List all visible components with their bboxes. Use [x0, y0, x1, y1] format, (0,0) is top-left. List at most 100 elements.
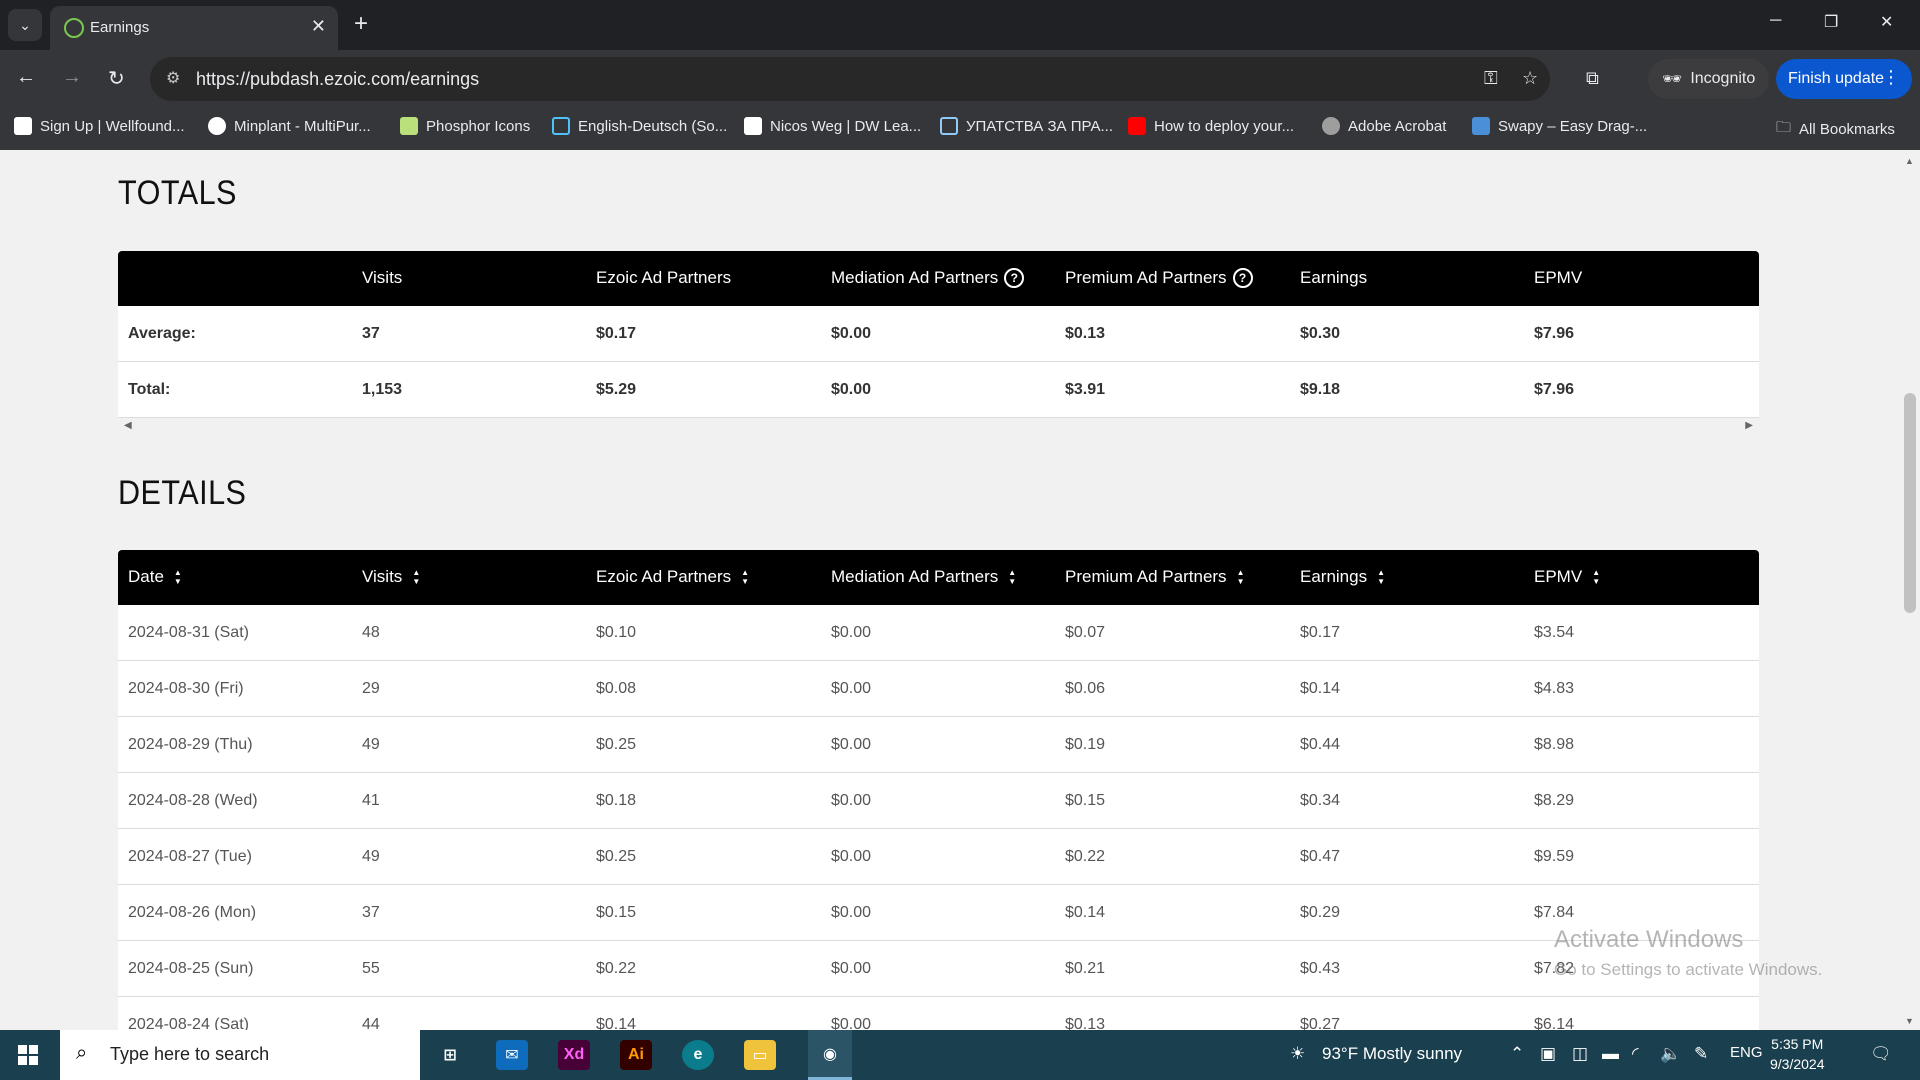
dw-icon	[744, 117, 762, 135]
sort-icon[interactable]: ▲ ▼	[1237, 568, 1245, 586]
cell-mediation: $0.00	[831, 960, 872, 977]
help-circle-icon[interactable]: ?	[1232, 268, 1253, 288]
totals-horizontal-scrollbar[interactable]: ◀ ▶	[118, 418, 1759, 436]
cell-date: 2024-08-24 (Sat)	[128, 1016, 249, 1030]
cell-earnings: $0.43	[1300, 960, 1341, 977]
network-tray-icon[interactable]: ▣	[1540, 1044, 1556, 1064]
scroll-up-icon[interactable]: ▲	[1905, 156, 1914, 166]
chrome-icon[interactable]: ◉	[808, 1030, 852, 1080]
activate-windows-subtext: Go to Settings to activate Windows.	[1554, 960, 1823, 979]
bookmark-label: Nicos Weg | DW Lea...	[770, 117, 922, 135]
scroll-down-icon[interactable]: ▼	[1905, 1016, 1914, 1026]
scrollbar-thumb[interactable]	[1904, 393, 1916, 613]
scroll-left-icon[interactable]: ◀	[124, 420, 132, 431]
cell-premium: $0.15	[1065, 792, 1106, 809]
header-visits[interactable]: Visits ▲ ▼	[362, 567, 420, 587]
bookmark-item[interactable]: Minplant - MultiPur...	[208, 117, 371, 135]
bookmark-item[interactable]: Adobe Acrobat	[1322, 117, 1446, 135]
url-text[interactable]: https://pubdash.ezoic.com/earnings	[196, 69, 479, 90]
adobe-illustrator-icon[interactable]: Ai	[620, 1040, 652, 1070]
sort-icon[interactable]: ▲ ▼	[741, 568, 749, 586]
header-mediation-ad-partners: Mediation Ad Partners?	[831, 268, 1025, 288]
site-info-icon[interactable]: ⚙	[166, 68, 180, 88]
pen-icon[interactable]: ✎	[1694, 1044, 1708, 1064]
adobe-xd-icon[interactable]: Xd	[558, 1040, 590, 1070]
cell-premium: $0.07	[1065, 624, 1106, 641]
sort-icon[interactable]: ▲ ▼	[174, 568, 182, 586]
cell-label: Total:	[128, 381, 171, 398]
weather-icon[interactable]: ☀	[1290, 1044, 1305, 1064]
volume-icon[interactable]: 🔈	[1660, 1044, 1681, 1064]
restore-icon[interactable]: ❐	[1824, 12, 1838, 32]
language-indicator[interactable]: ENG	[1730, 1044, 1763, 1061]
chevron-up-icon[interactable]: ⌃	[1510, 1044, 1524, 1064]
tab-earnings[interactable]: Earnings ✕	[50, 6, 338, 50]
edge-icon[interactable]: e	[682, 1040, 714, 1070]
header-earnings: Earnings	[1300, 268, 1368, 287]
sort-icon[interactable]: ▲ ▼	[412, 568, 420, 586]
header-date[interactable]: Date ▲ ▼	[128, 567, 182, 587]
task-view-icon[interactable]: ⊞	[434, 1040, 466, 1070]
clock-time: 5:35 PM	[1771, 1036, 1824, 1052]
header-ezoic-ad-partners[interactable]: Ezoic Ad Partners ▲ ▼	[596, 567, 749, 587]
cell-premium: $0.19	[1065, 736, 1106, 753]
header-mediation-ad-partners[interactable]: Mediation Ad Partners ▲ ▼	[831, 567, 1016, 587]
more-options-icon[interactable]: ⋮	[1882, 67, 1900, 88]
bookmark-item[interactable]: Sign Up | Wellfound...	[14, 117, 185, 135]
windows-start-icon[interactable]	[18, 1045, 38, 1065]
sort-icon[interactable]: ▲ ▼	[1592, 568, 1600, 586]
reload-icon[interactable]: ↻	[108, 66, 125, 91]
totals-table: Visits Ezoic Ad Partners Mediation Ad Pa…	[118, 251, 1759, 418]
all-bookmarks-button[interactable]: 🗀 All Bookmarks	[1776, 117, 1895, 142]
bookmark-label: Adobe Acrobat	[1348, 117, 1447, 135]
cell-epmv: $7.96	[1534, 325, 1575, 342]
battery-icon[interactable]: ▬	[1602, 1044, 1619, 1064]
star-icon[interactable]: ☆	[1522, 68, 1538, 89]
header-earnings[interactable]: Earnings ▲ ▼	[1300, 567, 1385, 587]
extensions-icon[interactable]: ⧉	[1586, 68, 1599, 89]
taskbar-search-box[interactable]: ⌕ Type here to search	[60, 1030, 420, 1080]
sort-icon[interactable]: ▲ ▼	[1008, 568, 1016, 586]
address-bar[interactable]: ⚙ https://pubdash.ezoic.com/earnings ⚿ ☆	[150, 57, 1550, 101]
close-window-icon[interactable]: ✕	[1880, 12, 1893, 32]
tab-search-button[interactable]: ⌄	[8, 9, 42, 41]
header-premium-ad-partners[interactable]: Premium Ad Partners ▲ ▼	[1065, 567, 1244, 587]
close-icon[interactable]: ✕	[311, 16, 326, 37]
mail-icon[interactable]: ✉	[496, 1040, 528, 1070]
back-icon[interactable]: ←	[16, 66, 36, 89]
cell-mediation: $0.00	[831, 848, 872, 865]
bookmark-item[interactable]: Swapy – Easy Drag-...	[1472, 117, 1647, 135]
finish-update-button[interactable]: Finish update ⋮	[1776, 59, 1912, 99]
file-explorer-icon[interactable]: ▭	[744, 1040, 776, 1070]
page-vertical-scrollbar[interactable]: ▲ ▼	[1900, 150, 1920, 1030]
key-icon[interactable]: ⚿	[1484, 68, 1498, 89]
header-epmv[interactable]: EPMV ▲ ▼	[1534, 567, 1600, 587]
new-tab-button[interactable]: +	[354, 10, 368, 38]
bookmark-item[interactable]: English-Deutsch (So...	[552, 117, 727, 135]
bookmark-item[interactable]: Phosphor Icons	[400, 117, 530, 135]
bookmark-item[interactable]: УПАТСТВА ЗА ПРА...	[940, 117, 1113, 135]
sort-icon[interactable]: ▲ ▼	[1377, 568, 1385, 586]
cell-epmv: $4.83	[1534, 680, 1575, 697]
cell-premium: $0.22	[1065, 848, 1106, 865]
incognito-indicator[interactable]: 🕶 Incognito	[1648, 59, 1770, 99]
phosphor-icon	[400, 117, 418, 135]
cell-earnings: $0.29	[1300, 904, 1341, 921]
notifications-icon[interactable]: 🗨	[1870, 1044, 1892, 1064]
scroll-right-icon[interactable]: ▶	[1745, 420, 1753, 431]
cell-earnings: $0.17	[1300, 624, 1341, 641]
cell-visits: 37	[362, 325, 380, 342]
browser-tabstrip: ⌄ Earnings ✕ + ─ ❐ ✕	[0, 0, 1920, 50]
clock[interactable]: 5:35 PM 9/3/2024	[1770, 1034, 1825, 1074]
meet-icon[interactable]: ◫	[1572, 1044, 1588, 1064]
cell-epmv: $9.59	[1534, 848, 1575, 865]
forward-icon[interactable]: →	[62, 66, 82, 89]
bookmark-item[interactable]: How to deploy your...	[1128, 117, 1294, 135]
minimize-icon[interactable]: ─	[1770, 12, 1781, 30]
wifi-icon[interactable]: ◜	[1632, 1044, 1639, 1064]
cell-ezoic: $0.14	[596, 1016, 637, 1030]
bookmark-item[interactable]: Nicos Weg | DW Lea...	[744, 117, 921, 135]
cell-premium: $0.06	[1065, 680, 1106, 697]
weather-text[interactable]: 93°F Mostly sunny	[1322, 1044, 1462, 1064]
help-circle-icon[interactable]: ?	[1004, 268, 1025, 288]
